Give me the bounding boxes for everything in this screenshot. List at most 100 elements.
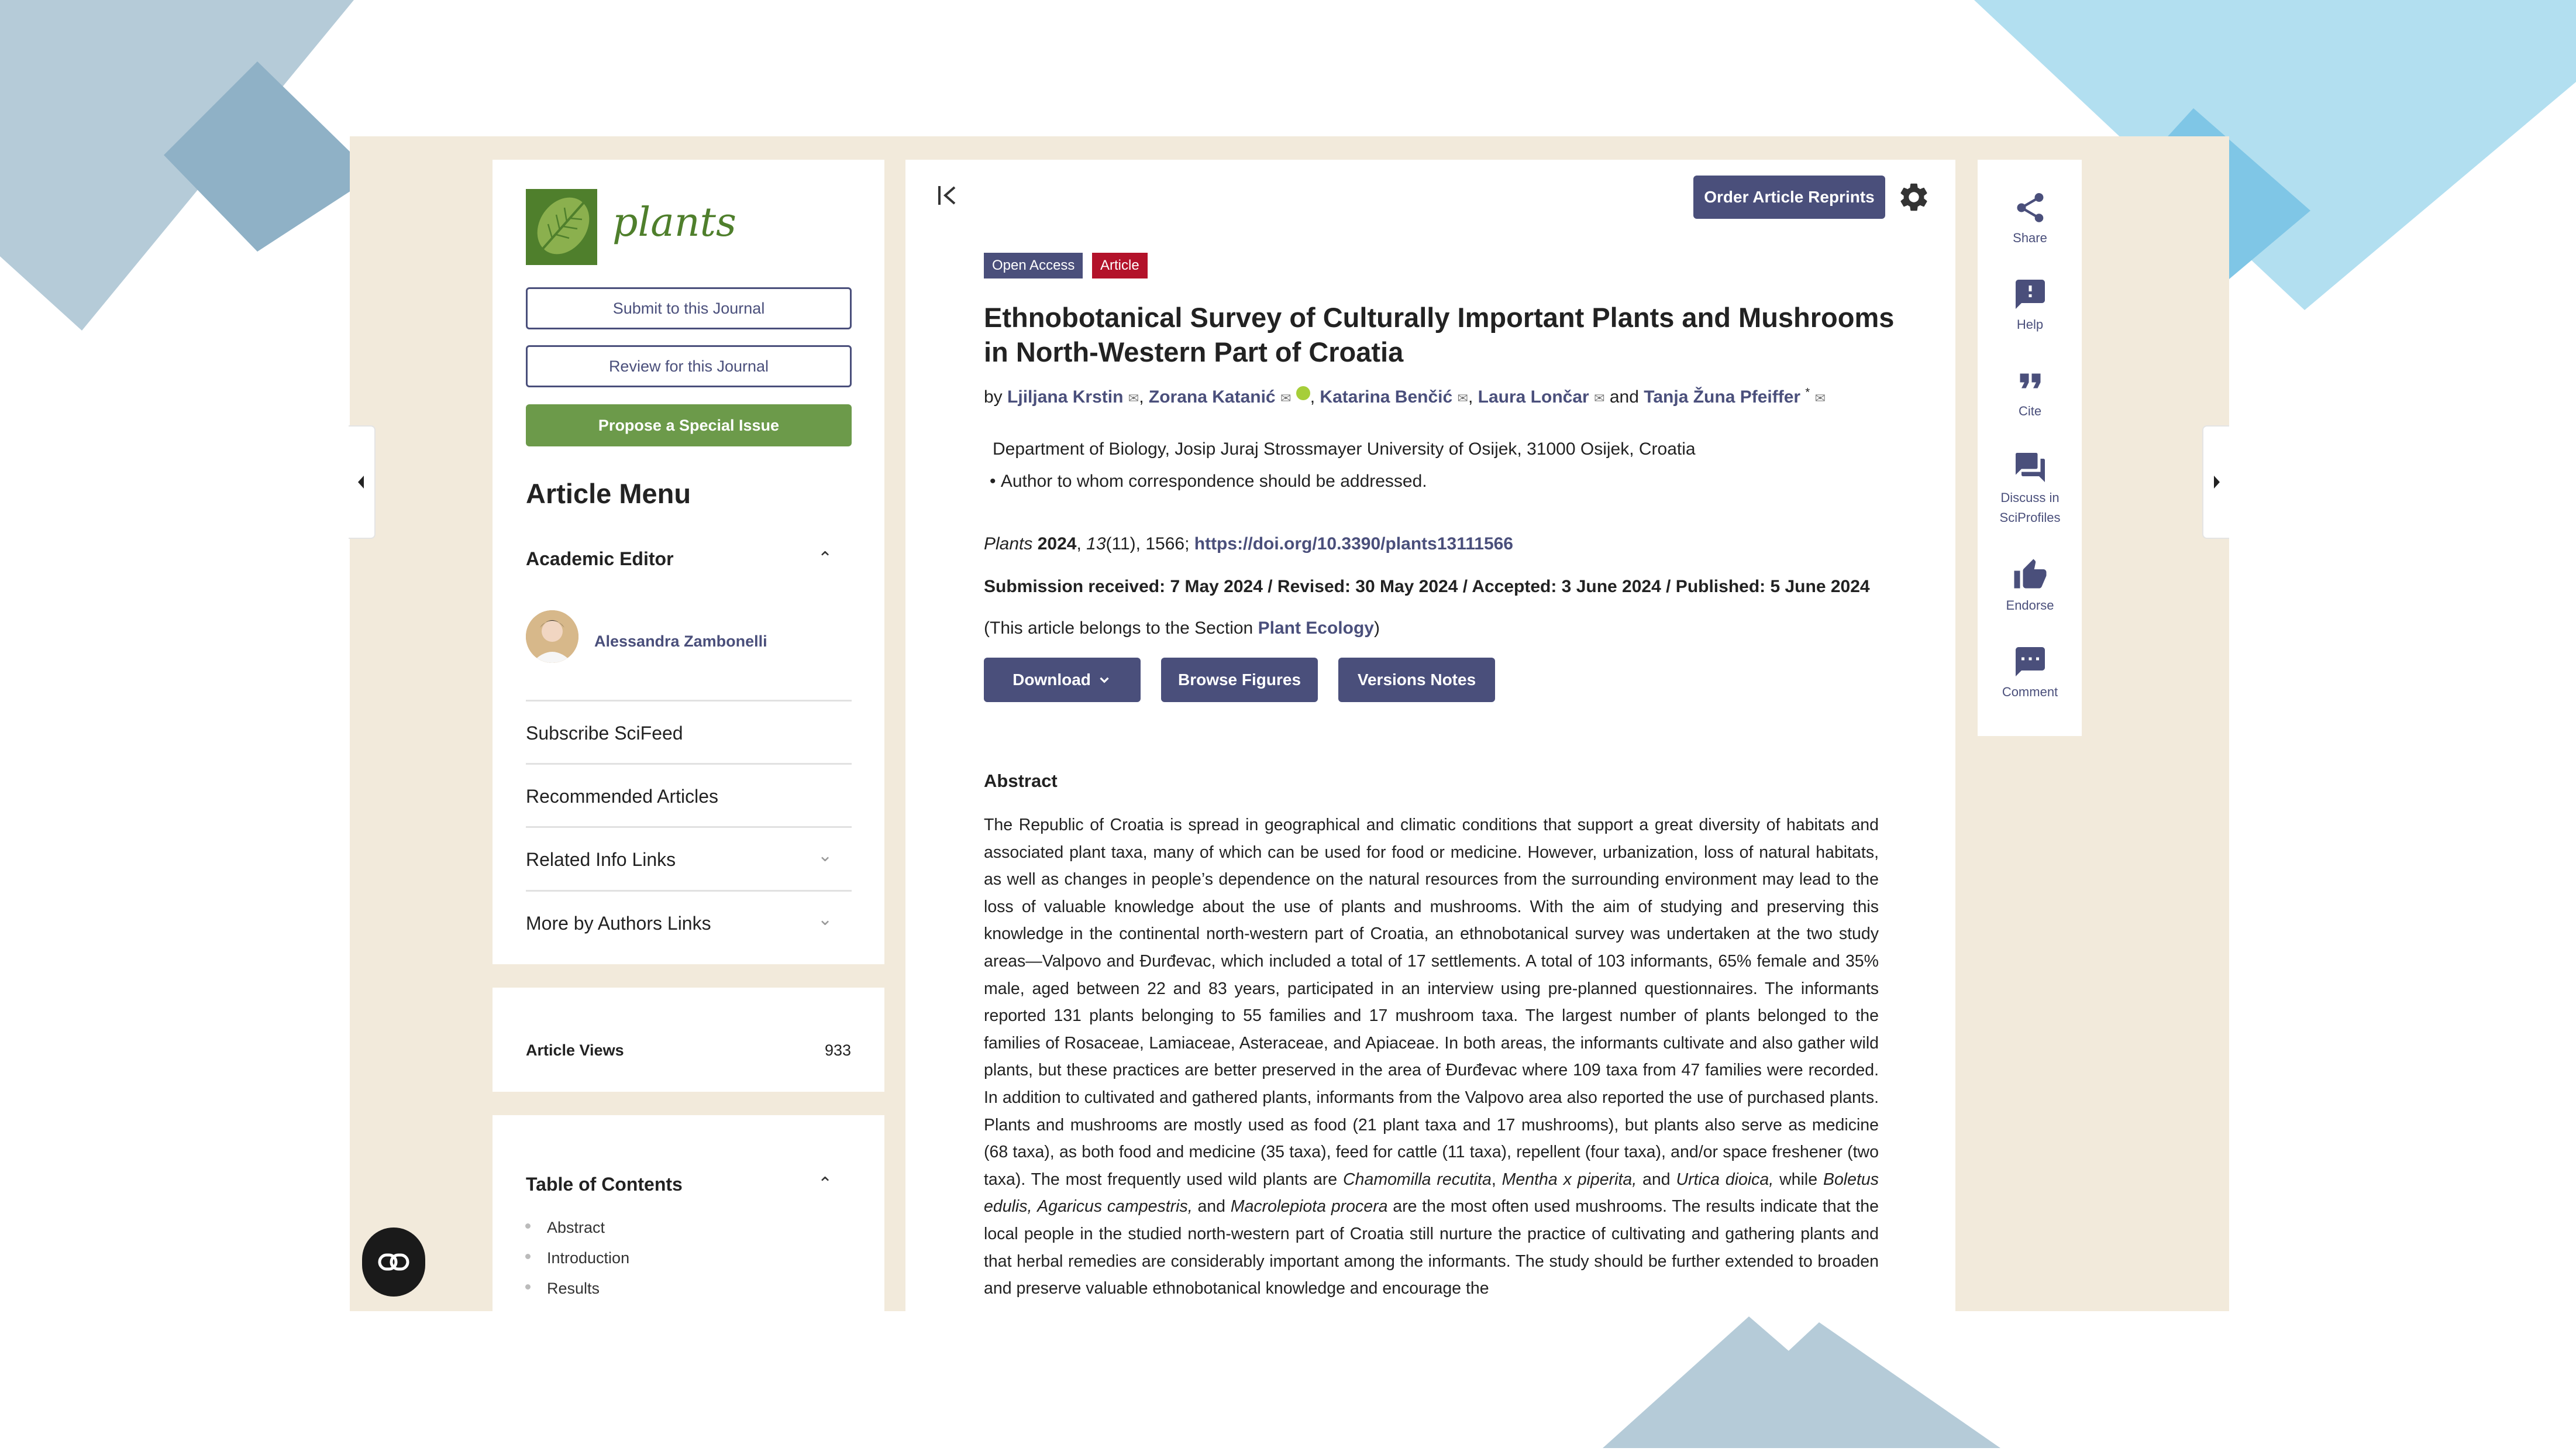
- toc-item[interactable]: Abstract: [547, 1219, 605, 1237]
- download-label: Download: [1013, 671, 1091, 689]
- citation-rest: (11), 1566;: [1106, 534, 1190, 553]
- mail-icon[interactable]: ✉: [1815, 391, 1826, 405]
- mail-icon[interactable]: ✉: [1458, 391, 1468, 405]
- affiliation: Department of Biology, Josip Juraj Stros…: [993, 439, 1696, 459]
- submit-journal-button[interactable]: Submit to this Journal: [526, 287, 852, 329]
- chevron-up-icon[interactable]: ⌃: [818, 1174, 832, 1194]
- help-action[interactable]: Help: [1973, 277, 2087, 335]
- author-list: by Ljiljana Krstin ✉, Zorana Katanić ✉ ,…: [984, 386, 1920, 407]
- orcid-icon[interactable]: [1296, 386, 1310, 400]
- bullet: [525, 1223, 531, 1229]
- author-link[interactable]: Tanja Žuna Pfeiffer: [1644, 387, 1800, 407]
- versions-notes-button[interactable]: Versions Notes: [1338, 658, 1495, 702]
- author-link[interactable]: Katarina Benčić: [1320, 387, 1452, 407]
- chevron-down-icon[interactable]: ⌄: [818, 845, 832, 866]
- avatar[interactable]: [526, 610, 578, 663]
- left-collapse-tab[interactable]: [349, 425, 376, 539]
- bullet: [525, 1254, 531, 1259]
- discuss-action[interactable]: Discuss in SciProfiles: [1973, 450, 2087, 528]
- species-name: Macrolepiota procera: [1230, 1197, 1388, 1216]
- review-journal-button[interactable]: Review for this Journal: [526, 345, 852, 387]
- share-action[interactable]: Share: [1973, 190, 2087, 248]
- correspondence-text: Author to whom correspondence should be …: [1000, 472, 1427, 491]
- section-suffix: ): [1373, 618, 1380, 638]
- article-title: Ethnobotanical Survey of Culturally Impo…: [984, 300, 1896, 369]
- citation-year: 2024: [1037, 534, 1077, 553]
- bullet: [525, 1284, 531, 1290]
- species-name: Urtica dioica,: [1676, 1170, 1774, 1189]
- article-type-badge: Article: [1092, 253, 1148, 278]
- endorse-action[interactable]: Endorse: [1973, 558, 2087, 616]
- browse-figures-button[interactable]: Browse Figures: [1161, 658, 1318, 702]
- article-views-panel: Article Views 933: [493, 988, 884, 1092]
- citation-volume: 13: [1086, 534, 1106, 553]
- conjunction: while: [1779, 1170, 1818, 1189]
- person-icon: [526, 610, 578, 663]
- recommended-articles-link[interactable]: Recommended Articles: [526, 786, 852, 807]
- by-label: by: [984, 387, 1003, 407]
- chevron-up-icon[interactable]: ⌃: [818, 548, 832, 569]
- toc-item[interactable]: Introduction: [547, 1249, 629, 1267]
- right-collapse-tab[interactable]: [2202, 425, 2229, 539]
- divider: [526, 763, 852, 765]
- help-label: Help: [2016, 317, 2044, 332]
- endorse-label: Endorse: [2006, 598, 2054, 613]
- species-name: Chamomilla recutita: [1343, 1170, 1492, 1189]
- gear-icon[interactable]: [1897, 180, 1931, 214]
- article-title-line: in North-Western Part of Croatia: [984, 336, 1404, 367]
- author-separator: ,: [1139, 387, 1144, 407]
- mail-icon[interactable]: ✉: [1128, 391, 1139, 405]
- publication-dates: Submission received: 7 May 2024 / Revise…: [984, 577, 1870, 596]
- mail-icon[interactable]: ✉: [1280, 391, 1291, 405]
- section-prefix: (This article belongs to the Section: [984, 618, 1253, 638]
- accessibility-button[interactable]: [362, 1227, 425, 1297]
- mail-icon[interactable]: ✉: [1594, 391, 1604, 405]
- related-info-links[interactable]: Related Info Links: [526, 849, 852, 871]
- cite-action[interactable]: Cite: [1973, 363, 2087, 421]
- chat-icon: [2015, 453, 2045, 482]
- caret-right-icon: [2214, 476, 2220, 489]
- toc-item[interactable]: Results: [547, 1280, 600, 1298]
- editor-name-link[interactable]: Alessandra Zambonelli: [594, 632, 767, 651]
- subscribe-scifeed-link[interactable]: Subscribe SciFeed: [526, 723, 852, 744]
- chevron-down-icon[interactable]: ⌄: [818, 909, 832, 930]
- and-label: and: [1609, 387, 1639, 407]
- divider: [526, 700, 852, 702]
- citation-journal: Plants: [984, 534, 1033, 553]
- abstract-text: The Republic of Croatia is spread in geo…: [984, 816, 1879, 1298]
- comment-action[interactable]: Comment: [1973, 644, 2087, 702]
- abstract-heading: Abstract: [984, 771, 1058, 791]
- actions-panel: Share Help Cite Discuss in SciProfiles E…: [1978, 160, 2082, 736]
- journal-logo[interactable]: [526, 189, 597, 265]
- caret-left-icon: [358, 476, 364, 489]
- order-reprints-button[interactable]: Order Article Reprints: [1693, 176, 1885, 219]
- conjunction: and: [1642, 1170, 1671, 1189]
- conjunction: and: [1197, 1197, 1226, 1216]
- author-separator: ,: [1310, 387, 1315, 407]
- toc-panel: Table of Contents ⌃ Abstract Introductio…: [493, 1115, 884, 1311]
- toc-title[interactable]: Table of Contents: [526, 1174, 683, 1195]
- section-note: (This article belongs to the Section Pla…: [984, 618, 1380, 638]
- collapse-sidebar-icon[interactable]: [936, 183, 959, 208]
- corresponding-asterisk: *: [1805, 386, 1810, 399]
- thumbs-up-icon: [2014, 559, 2046, 589]
- open-access-badge: Open Access: [984, 253, 1083, 278]
- article-title-line: Ethnobotanical Survey of Culturally Impo…: [984, 302, 1895, 333]
- academic-editor-title[interactable]: Academic Editor: [526, 548, 674, 570]
- species-name: Agaricus campestris,: [1037, 1197, 1193, 1216]
- doi-link[interactable]: https://doi.org/10.3390/plants13111566: [1194, 534, 1513, 553]
- more-by-authors-links[interactable]: More by Authors Links: [526, 913, 852, 934]
- species-name: Mentha x piperita,: [1501, 1170, 1637, 1189]
- author-link[interactable]: Laura Lončar: [1478, 387, 1589, 407]
- share-label: Share: [2013, 231, 2047, 245]
- quote-icon: [2020, 373, 2040, 388]
- chevron-down-icon: [1100, 677, 1109, 683]
- citation-line: Plants 2024, 13(11), 1566; https://doi.o…: [984, 534, 1513, 553]
- section-link[interactable]: Plant Ecology: [1258, 618, 1374, 638]
- divider: [526, 890, 852, 892]
- author-link[interactable]: Ljiljana Krstin: [1007, 387, 1123, 407]
- propose-special-issue-button[interactable]: Propose a Special Issue: [526, 404, 852, 446]
- download-button[interactable]: Download: [984, 658, 1141, 702]
- author-link[interactable]: Zorana Katanić: [1149, 387, 1276, 407]
- comment-icon: [2015, 647, 2045, 676]
